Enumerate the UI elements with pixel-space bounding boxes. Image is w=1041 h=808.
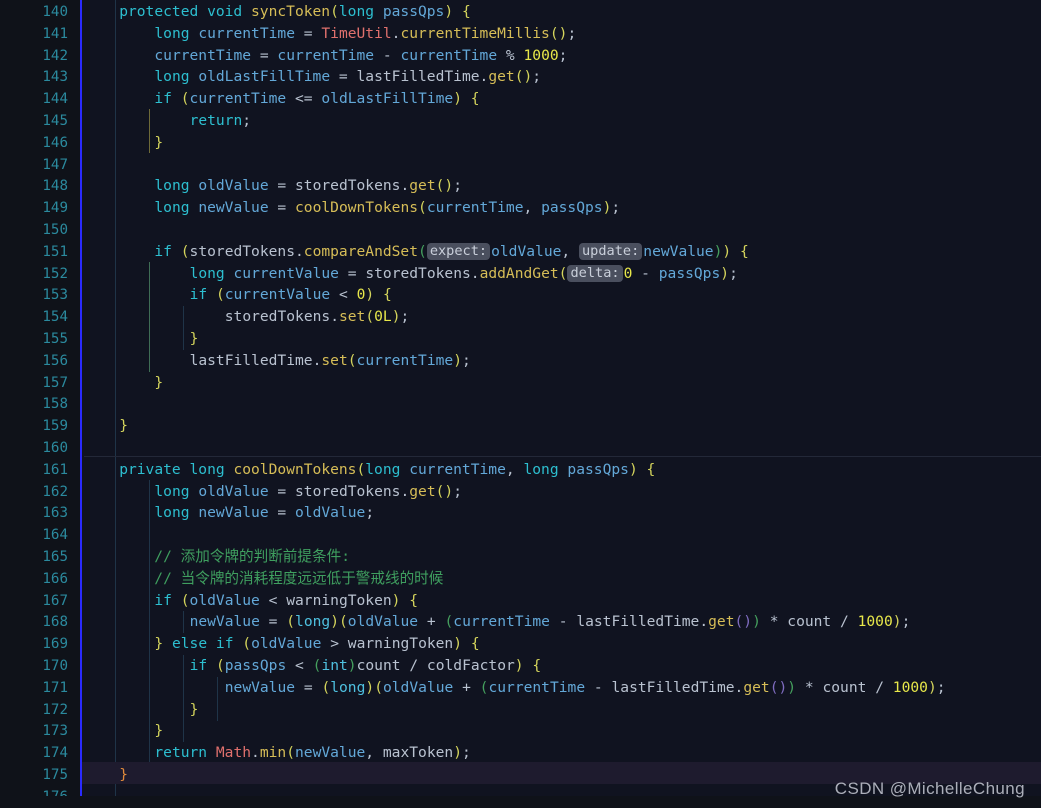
code-line[interactable]: return; bbox=[0, 108, 1041, 130]
code-editor-window: 140 141 142 143 144 145 146 147 148 149 150 151 152 1… bbox=[0, 0, 1041, 808]
code-line[interactable] bbox=[0, 217, 1041, 239]
code-line-text: protected void syncToken(long passQps) { bbox=[119, 3, 471, 20]
code-line[interactable]: if (oldValue < warningToken) { bbox=[0, 588, 1041, 610]
code-line-text: long currentValue = storedTokens.addAndG… bbox=[189, 264, 738, 282]
code-line-text: long newValue = coolDownTokens(currentTi… bbox=[154, 199, 621, 217]
code-line[interactable]: } bbox=[0, 413, 1041, 435]
code-line-text: newValue = (long)(oldValue + (currentTim… bbox=[189, 613, 911, 631]
inlay-hint: delta: bbox=[567, 264, 623, 282]
code-line-text: return; bbox=[189, 112, 252, 129]
watermark-label: CSDN @MichelleChung bbox=[834, 779, 1025, 799]
code-line-text: newValue = (long)(oldValue + (currentTim… bbox=[224, 678, 946, 696]
code-line[interactable]: newValue = (long)(oldValue + (currentTim… bbox=[0, 609, 1041, 631]
code-line-text: } bbox=[154, 373, 164, 391]
code-line-text: } bbox=[119, 417, 128, 435]
code-line-text: } bbox=[189, 330, 199, 347]
code-line[interactable]: newValue = (long)(oldValue + (currentTim… bbox=[0, 675, 1041, 697]
code-line-text: // 添加令牌的判断前提条件: bbox=[154, 548, 350, 565]
inlay-hint: expect: bbox=[426, 242, 491, 260]
code-line[interactable]: long currentTime = TimeUtil.currentTimeM… bbox=[0, 21, 1041, 43]
code-line-text: if (currentValue < 0) { bbox=[189, 286, 392, 304]
code-line-text: currentTime = currentTime - currentTime … bbox=[154, 46, 568, 64]
code-line[interactable]: return Math.min(newValue, maxToken); bbox=[0, 740, 1041, 762]
code-line[interactable]: } else if (oldValue > warningToken) { bbox=[0, 631, 1041, 653]
code-line[interactable]: private long coolDownTokens(long current… bbox=[0, 455, 1041, 479]
code-line[interactable]: if (passQps < (int)count / coldFactor) { bbox=[0, 653, 1041, 675]
code-line[interactable]: long oldValue = storedTokens.get(); bbox=[0, 479, 1041, 501]
code-line-text: if (storedTokens.compareAndSet(expect: ol… bbox=[154, 242, 749, 260]
code-line[interactable]: lastFilledTime.set(currentTime); bbox=[0, 348, 1041, 370]
code-line-text: private long coolDownTokens(long current… bbox=[119, 460, 656, 478]
code-line-text: long currentTime = TimeUtil.currentTimeM… bbox=[154, 24, 577, 42]
code-line[interactable]: if (currentValue < 0) { bbox=[0, 282, 1041, 304]
code-line[interactable]: // 添加令牌的判断前提条件: bbox=[0, 544, 1041, 566]
code-line-text: storedTokens.set(0L); bbox=[224, 308, 410, 326]
code-line[interactable] bbox=[0, 152, 1041, 174]
code-line[interactable]: if (currentTime <= oldLastFillTime) { bbox=[0, 86, 1041, 108]
code-line-text: if (passQps < (int)count / coldFactor) { bbox=[189, 657, 542, 674]
code-line[interactable]: long currentValue = storedTokens.addAndG… bbox=[0, 261, 1041, 283]
code-line-text: lastFilledTime.set(currentTime); bbox=[189, 351, 471, 369]
code-line[interactable]: } bbox=[0, 370, 1041, 392]
code-line[interactable]: storedTokens.set(0L); bbox=[0, 304, 1041, 326]
code-line[interactable]: long newValue = coolDownTokens(currentTi… bbox=[0, 195, 1041, 217]
code-line-text: // 当令牌的消耗程度远远低于警戒线的时候 bbox=[154, 569, 444, 587]
code-line-text: } else if (oldValue > warningToken) { bbox=[154, 635, 480, 653]
code-line-text: return Math.min(newValue, maxToken); bbox=[154, 744, 471, 762]
code-line[interactable]: // 当令牌的消耗程度远远低于警戒线的时候 bbox=[0, 566, 1041, 588]
code-line[interactable]: long oldValue = storedTokens.get(); bbox=[0, 173, 1041, 195]
code-line-text: if (currentTime <= oldLastFillTime) { bbox=[154, 90, 480, 108]
code-line[interactable]: } bbox=[0, 326, 1041, 348]
code-line-text: } bbox=[189, 700, 199, 718]
code-line[interactable]: currentTime = currentTime - currentTime … bbox=[0, 43, 1041, 65]
code-line[interactable]: long oldLastFillTime = lastFilledTime.ge… bbox=[0, 64, 1041, 86]
code-line[interactable]: } bbox=[0, 718, 1041, 740]
code-line-text: } bbox=[119, 766, 128, 783]
code-line[interactable] bbox=[0, 391, 1041, 413]
code-line-text: } bbox=[154, 722, 164, 740]
code-line[interactable]: long newValue = oldValue; bbox=[0, 500, 1041, 522]
code-line[interactable] bbox=[0, 522, 1041, 544]
inlay-hint: update: bbox=[579, 242, 643, 260]
code-line-text: long oldLastFillTime = lastFilledTime.ge… bbox=[154, 68, 542, 86]
code-line-text: if (oldValue < warningToken) { bbox=[154, 591, 419, 609]
code-line[interactable]: } bbox=[0, 130, 1041, 152]
code-line-text: long oldValue = storedTokens.get(); bbox=[154, 177, 462, 195]
code-content-area[interactable]: protected void syncToken(long passQps) {… bbox=[0, 0, 1041, 808]
code-line-text: } bbox=[154, 133, 164, 151]
code-line-text: long oldValue = storedTokens.get(); bbox=[154, 482, 462, 500]
code-line[interactable]: if (storedTokens.compareAndSet(expect: ol… bbox=[0, 239, 1041, 261]
code-line-text: long newValue = oldValue; bbox=[154, 504, 375, 522]
code-line[interactable]: } bbox=[0, 697, 1041, 719]
code-line[interactable] bbox=[0, 435, 1041, 457]
code-line[interactable]: protected void syncToken(long passQps) { bbox=[0, 0, 1041, 21]
